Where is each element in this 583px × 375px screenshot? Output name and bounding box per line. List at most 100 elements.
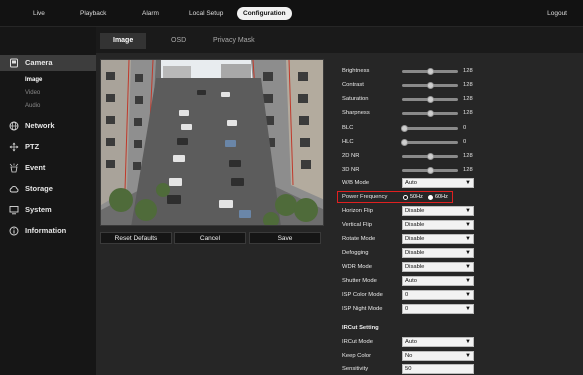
sensitivity-input[interactable]: 50 bbox=[402, 364, 474, 374]
tab-live[interactable]: Live bbox=[27, 7, 51, 20]
keep-color-row: Keep Color No ▼ bbox=[342, 351, 582, 362]
blc-label: BLC bbox=[342, 125, 354, 131]
keep-color-select[interactable]: No ▼ bbox=[402, 351, 474, 361]
tab-privacy-mask[interactable]: Privacy Mask bbox=[200, 33, 268, 49]
sharpness-row: Sharpness 128 bbox=[342, 108, 582, 119]
chevron-down-icon: ▼ bbox=[465, 278, 471, 284]
sidebar-item-event[interactable]: Event bbox=[0, 160, 96, 176]
2d-nr-row: 2D NR 128 bbox=[342, 151, 582, 162]
sidebar-item-label: System bbox=[25, 205, 52, 214]
monitor-icon bbox=[9, 205, 19, 215]
select-value: Disable bbox=[405, 236, 425, 242]
sidebar-item-system[interactable]: System bbox=[0, 202, 96, 218]
slider-knob[interactable] bbox=[401, 124, 408, 132]
keep-color-label: Keep Color bbox=[342, 353, 372, 359]
sidebar-item-label: Network bbox=[25, 121, 55, 130]
sidebar-subitem-video[interactable]: Video bbox=[25, 90, 40, 96]
sidebar-item-network[interactable]: Network bbox=[0, 118, 96, 134]
sharpness-slider[interactable] bbox=[402, 109, 458, 117]
tab-alarm[interactable]: Alarm bbox=[136, 7, 165, 20]
camera-icon bbox=[9, 58, 19, 68]
slider-knob[interactable] bbox=[427, 109, 434, 117]
sidebar-item-label: Camera bbox=[25, 58, 53, 67]
3d-nr-row: 3D NR 128 bbox=[342, 165, 582, 176]
blc-slider[interactable] bbox=[401, 124, 458, 132]
chevron-down-icon: ▼ bbox=[465, 292, 471, 298]
select-value: Auto bbox=[405, 339, 417, 345]
hlc-slider[interactable] bbox=[401, 138, 458, 146]
wdr-mode-row: WDR Mode Disable ▼ bbox=[342, 262, 582, 273]
slider-knob[interactable] bbox=[427, 152, 434, 160]
power-frequency-row: Power Frequency 50Hz 60Hz bbox=[342, 192, 582, 203]
chevron-down-icon: ▼ bbox=[465, 236, 471, 242]
ircut-mode-select[interactable]: Auto ▼ bbox=[402, 337, 474, 347]
tab-local-setup[interactable]: Local Setup bbox=[183, 7, 229, 20]
wb-mode-select[interactable]: Auto ▼ bbox=[402, 178, 474, 188]
sidebar-item-label: Information bbox=[25, 226, 67, 235]
isp-color-mode-select[interactable]: 0 ▼ bbox=[402, 290, 474, 300]
radio-60hz[interactable] bbox=[428, 195, 433, 200]
blc-row: BLC 0 bbox=[342, 123, 582, 134]
chevron-down-icon: ▼ bbox=[465, 250, 471, 256]
shutter-mode-select[interactable]: Auto ▼ bbox=[402, 276, 474, 286]
blc-value: 0 bbox=[463, 125, 467, 131]
video-preview bbox=[100, 59, 324, 226]
radio-50hz[interactable] bbox=[403, 195, 408, 200]
power-frequency-label: Power Frequency bbox=[342, 194, 388, 200]
2d-nr-value: 128 bbox=[463, 153, 473, 159]
contrast-value: 128 bbox=[463, 82, 473, 88]
sidebar-item-information[interactable]: Information bbox=[0, 223, 96, 239]
sensitivity-row: Sensitivity 50 bbox=[342, 364, 582, 375]
defogging-select[interactable]: Disable ▼ bbox=[402, 248, 474, 258]
info-icon bbox=[9, 226, 19, 236]
defogging-row: Defogging Disable ▼ bbox=[342, 248, 582, 259]
horizon-flip-row: Horizon Flip Disable ▼ bbox=[342, 206, 582, 217]
sidebar-item-ptz[interactable]: PTZ bbox=[0, 139, 96, 155]
tab-playback[interactable]: Playback bbox=[74, 7, 112, 20]
slider-knob[interactable] bbox=[427, 95, 434, 103]
saturation-slider[interactable] bbox=[402, 95, 458, 103]
wdr-mode-select[interactable]: Disable ▼ bbox=[402, 262, 474, 272]
shutter-mode-row: Shutter Mode Auto ▼ bbox=[342, 276, 582, 287]
slider-knob[interactable] bbox=[427, 67, 434, 75]
sidebar-subitem-audio[interactable]: Audio bbox=[25, 103, 40, 109]
sidebar-item-storage[interactable]: Storage bbox=[0, 181, 96, 197]
sidebar-item-label: Storage bbox=[25, 184, 53, 193]
horizon-flip-label: Horizon Flip bbox=[342, 208, 373, 214]
brightness-value: 128 bbox=[463, 68, 473, 74]
hlc-row: HLC 0 bbox=[342, 137, 582, 148]
isp-color-mode-row: ISP Color Mode 0 ▼ bbox=[342, 290, 582, 301]
globe-icon bbox=[9, 121, 19, 131]
isp-night-mode-select[interactable]: 0 ▼ bbox=[402, 304, 474, 314]
tab-image[interactable]: Image bbox=[100, 33, 147, 49]
ircut-mode-row: IRCut Mode Auto ▼ bbox=[342, 337, 582, 348]
tab-configuration[interactable]: Configuration bbox=[237, 7, 292, 20]
brightness-label: Brightness bbox=[342, 68, 370, 74]
sidebar-subitem-image[interactable]: Image bbox=[25, 77, 42, 83]
cancel-button[interactable]: Cancel bbox=[174, 232, 246, 244]
chevron-down-icon: ▼ bbox=[465, 208, 471, 214]
radio-60hz-label: 60Hz bbox=[435, 194, 448, 200]
slider-knob[interactable] bbox=[401, 138, 408, 146]
slider-knob[interactable] bbox=[427, 166, 434, 174]
rotate-mode-select[interactable]: Disable ▼ bbox=[402, 234, 474, 244]
contrast-slider[interactable] bbox=[402, 81, 458, 89]
sidebar-item-label: Event bbox=[25, 163, 46, 172]
3d-nr-slider[interactable] bbox=[402, 166, 458, 174]
slider-knob[interactable] bbox=[427, 81, 434, 89]
logout-link[interactable]: Logout bbox=[547, 7, 567, 20]
image-subtabs: Image OSD Privacy Mask bbox=[96, 27, 583, 53]
brightness-slider[interactable] bbox=[402, 67, 458, 75]
2d-nr-slider[interactable] bbox=[402, 152, 458, 160]
reset-defaults-button[interactable]: Reset Defaults bbox=[100, 232, 172, 244]
horizon-flip-select[interactable]: Disable ▼ bbox=[402, 206, 474, 216]
sidebar-item-camera[interactable]: Camera bbox=[0, 55, 102, 71]
camera-scene-image bbox=[101, 60, 323, 225]
save-button[interactable]: Save bbox=[249, 232, 321, 244]
tab-osd[interactable]: OSD bbox=[158, 33, 199, 49]
vertical-flip-select[interactable]: Disable ▼ bbox=[402, 220, 474, 230]
cloud-icon bbox=[9, 184, 19, 194]
event-icon bbox=[9, 163, 19, 173]
wb-mode-label: W/B Mode bbox=[342, 180, 370, 186]
isp-night-mode-label: ISP Night Mode bbox=[342, 306, 383, 312]
